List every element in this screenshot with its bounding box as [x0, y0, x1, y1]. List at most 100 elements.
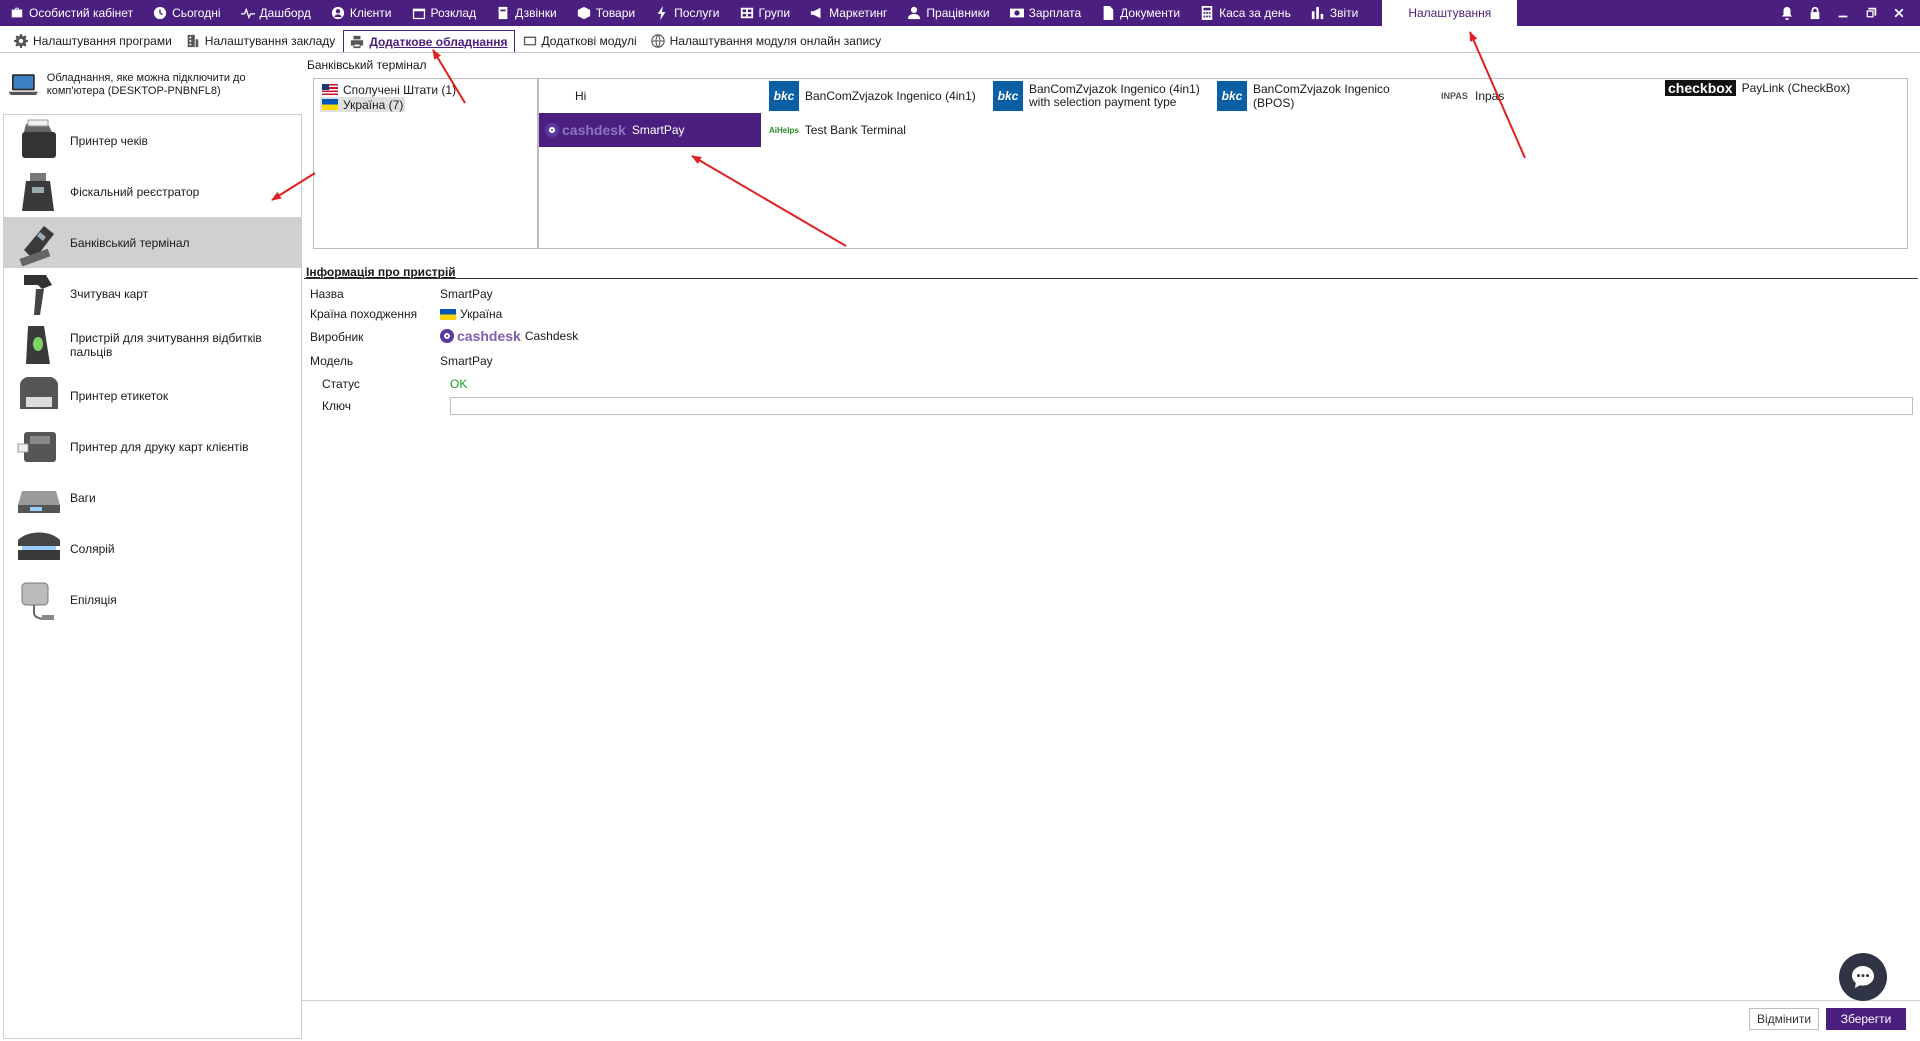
label-printer-icon [20, 376, 58, 409]
terminal-test[interactable]: AiHelps Test Bank Terminal [763, 113, 987, 147]
country-label: Сполучені Штати (1) [343, 82, 457, 97]
bank-terminal-icon [19, 225, 54, 266]
device-label: Банківський термінал [70, 235, 190, 250]
nav-employees[interactable]: Працівники [897, 0, 999, 26]
nav-schedule[interactable]: Розклад [402, 0, 487, 26]
ai-helps-logo-icon: AiHelps [769, 125, 799, 135]
receipt-printer-icon [22, 119, 56, 158]
device-receipt-printer[interactable]: Принтер чеків [4, 115, 301, 166]
tab-label: Налаштування модуля онлайн запису [669, 34, 882, 48]
group-icon [740, 7, 753, 19]
nav-label: Клієнти [349, 6, 392, 20]
device-bank-terminal[interactable]: Банківський термінал [4, 217, 301, 268]
tab-label: Додаткове обладнання [369, 34, 508, 49]
device-fiscal-register[interactable]: Фіскальний реєстратор [4, 166, 301, 217]
key-input[interactable] [450, 397, 1913, 415]
close-icon[interactable] [1892, 6, 1906, 20]
device-label: Епіляція [70, 592, 117, 607]
device-scales[interactable]: Ваги [4, 472, 301, 523]
save-button[interactable]: Зберегти [1826, 1008, 1906, 1030]
ukraine-flag-icon [440, 308, 456, 320]
device-card-reader[interactable]: Зчитувач карт [4, 268, 301, 319]
nav-label: Особистий кабінет [29, 6, 134, 20]
connected-equipment-header: Обладнання, яке можна підключити до комп… [8, 60, 298, 110]
nav-label: Групи [758, 6, 791, 20]
tab-label: Додаткові модулі [541, 34, 637, 48]
lock-icon[interactable] [1808, 6, 1822, 20]
nav-label: Дзвінки [515, 6, 557, 20]
country-item-ukraine[interactable]: Україна (7) [320, 97, 406, 112]
device-card-printer[interactable]: Принтер для друку карт клієнтів [4, 421, 301, 472]
chat-button[interactable] [1839, 953, 1887, 1001]
nav-today[interactable]: Сьогодні [143, 0, 230, 26]
info-status-label: Статус [322, 377, 360, 391]
nav-label: Товари [595, 6, 636, 20]
minimize-icon[interactable] [1836, 6, 1850, 20]
nav-label: Зарплата [1028, 6, 1082, 20]
tab-label: Налаштування закладу [204, 34, 336, 48]
bar-chart-icon [1311, 6, 1324, 20]
checkbox-logo-icon: checkbox [1665, 80, 1736, 96]
device-fingerprint-reader[interactable]: Пристрій для зчитування відбитків пальці… [4, 319, 301, 370]
nav-groups[interactable]: Групи [730, 0, 801, 26]
nav-label: Налаштування [1408, 6, 1492, 20]
terminal-bkc-bpos[interactable]: bkc BanComZvjazok Ingenico (BPOS) [1211, 79, 1435, 113]
tab-additional-modules[interactable]: Додаткові модулі [517, 30, 643, 52]
device-solarium[interactable]: Солярій [4, 523, 301, 574]
nav-products[interactable]: Товари [567, 0, 645, 26]
tab-additional-equipment[interactable]: Додаткове обладнання [343, 30, 515, 52]
tab-label: Налаштування програми [33, 34, 172, 48]
tab-online-booking-settings[interactable]: Налаштування модуля онлайн запису [645, 30, 888, 52]
nav-services[interactable]: Послуги [645, 0, 729, 26]
terminal-paylink[interactable]: checkbox PayLink (CheckBox) [1659, 71, 1899, 105]
info-vendor-label: Виробник [310, 330, 364, 344]
phone-book-icon [498, 6, 508, 20]
tab-venue-settings[interactable]: Налаштування закладу [180, 30, 342, 52]
settings-subtabs: Налаштування програми Налаштування закла… [0, 29, 887, 53]
info-country-value: Україна [440, 307, 502, 321]
info-model-label: Модель [310, 354, 354, 368]
device-label: Фіскальний реєстратор [70, 184, 200, 199]
device-label-printer[interactable]: Принтер етикеток [4, 370, 301, 421]
clock-icon [153, 6, 167, 20]
terminal-hi[interactable]: Hi [569, 79, 749, 113]
bkc-logo-icon: bkc [1217, 81, 1247, 111]
nav-cashbox[interactable]: Каса за день [1190, 0, 1301, 26]
nav-salary[interactable]: Зарплата [1000, 0, 1092, 26]
nav-label: Сьогодні [172, 6, 221, 20]
nav-calls[interactable]: Дзвінки [486, 0, 567, 26]
nav-personal-cabinet[interactable]: Особистий кабінет [0, 0, 143, 26]
bell-icon[interactable] [1780, 6, 1794, 20]
section-title: Банківський термінал [307, 58, 427, 72]
nav-settings[interactable]: Налаштування [1382, 0, 1518, 26]
nav-marketing[interactable]: Маркетинг [800, 0, 897, 26]
user-circle-icon [331, 6, 345, 20]
info-status-value: OK [450, 377, 468, 391]
nav-label: Каса за день [1219, 6, 1291, 20]
cashdesk-logo-icon: cashdesk [440, 328, 521, 344]
device-category-list: Принтер чеків Фіскальний реєстратор Банк… [3, 114, 302, 1039]
device-epilation[interactable]: Епіляція [4, 574, 301, 625]
nav-clients[interactable]: Клієнти [321, 0, 402, 26]
terminal-label: BanComZvjazok Ingenico (BPOS) [1253, 82, 1390, 110]
app-window: Особистий кабінет Сьогодні Дашборд Клієн… [0, 0, 1920, 1041]
cancel-button[interactable]: Відмінити [1749, 1008, 1819, 1030]
nav-dashboard[interactable]: Дашборд [231, 0, 321, 26]
megaphone-icon [810, 7, 821, 19]
nav-documents[interactable]: Документи [1091, 0, 1190, 26]
terminal-bkc-4in1-selection[interactable]: bkc BanComZvjazok Ingenico (4in1) with s… [987, 79, 1211, 113]
tab-program-settings[interactable]: Налаштування програми [8, 30, 178, 52]
laptop-icon [8, 74, 39, 96]
building-icon [187, 34, 199, 48]
terminal-inpas[interactable]: INPAS Inpas [1435, 79, 1659, 113]
nav-reports[interactable]: Звіти [1301, 0, 1369, 26]
restore-icon[interactable] [1864, 6, 1878, 20]
country-label: Україна (7) [343, 97, 404, 112]
device-label: Пристрій для зчитування відбитків пальці… [70, 330, 262, 359]
fingerprint-reader-icon [26, 325, 50, 364]
cashdesk-logo-icon: cashdesk [545, 122, 626, 138]
terminal-bkc-4in1[interactable]: bkc BanComZvjazok Ingenico (4in1) [763, 79, 987, 113]
person-icon [908, 6, 921, 20]
terminal-smartpay[interactable]: cashdesk SmartPay [539, 113, 761, 147]
country-item-usa[interactable]: Сполучені Штати (1) [320, 82, 458, 97]
